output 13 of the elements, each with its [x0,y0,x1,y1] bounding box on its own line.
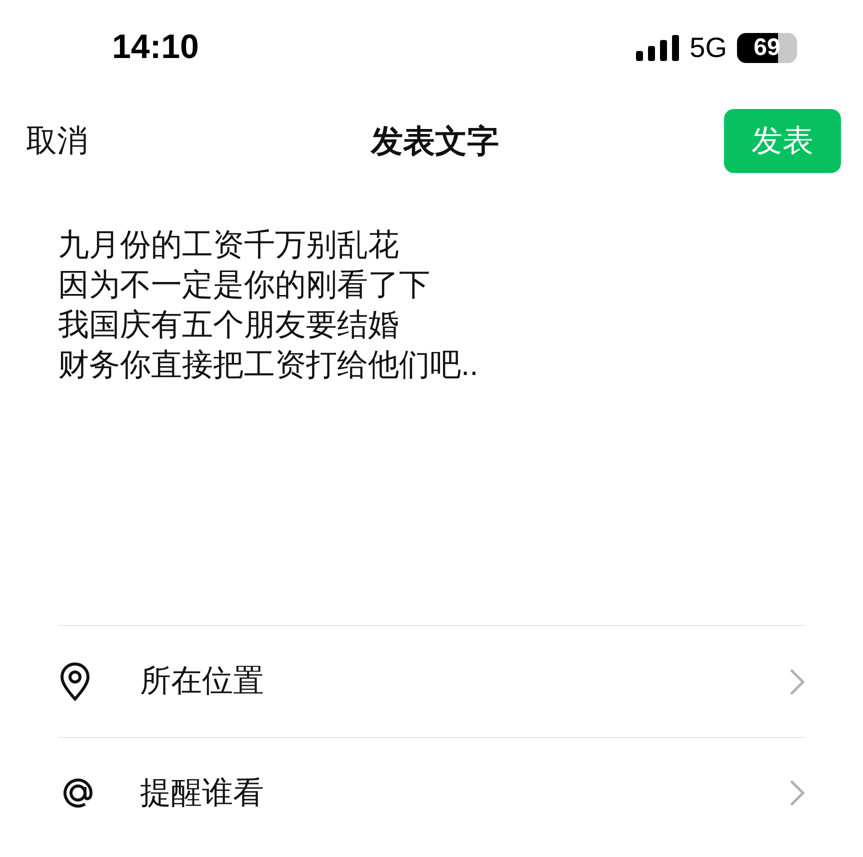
network-label: 5G [690,30,727,64]
option-row[interactable]: 所在位置 [58,626,805,737]
option-label: 提醒谁看 [140,774,265,812]
chevron-right-icon [789,668,805,696]
status-time: 14:10 [112,27,199,68]
option-label: 所在位置 [140,662,265,700]
page-title: 发表文字 [371,122,499,161]
chevron-right-icon [789,779,805,807]
location-pin-icon [58,662,92,702]
option-row[interactable]: 提醒谁看 [58,737,805,848]
cancel-button[interactable]: 取消 [26,118,146,164]
post-text[interactable]: 九月份的工资千万别乱花 因为不一定是你的刚看了下 我国庆有五个朋友要结婚 财务你直接把工资打给他们吧.. [58,225,758,625]
signal-icon [636,34,680,60]
